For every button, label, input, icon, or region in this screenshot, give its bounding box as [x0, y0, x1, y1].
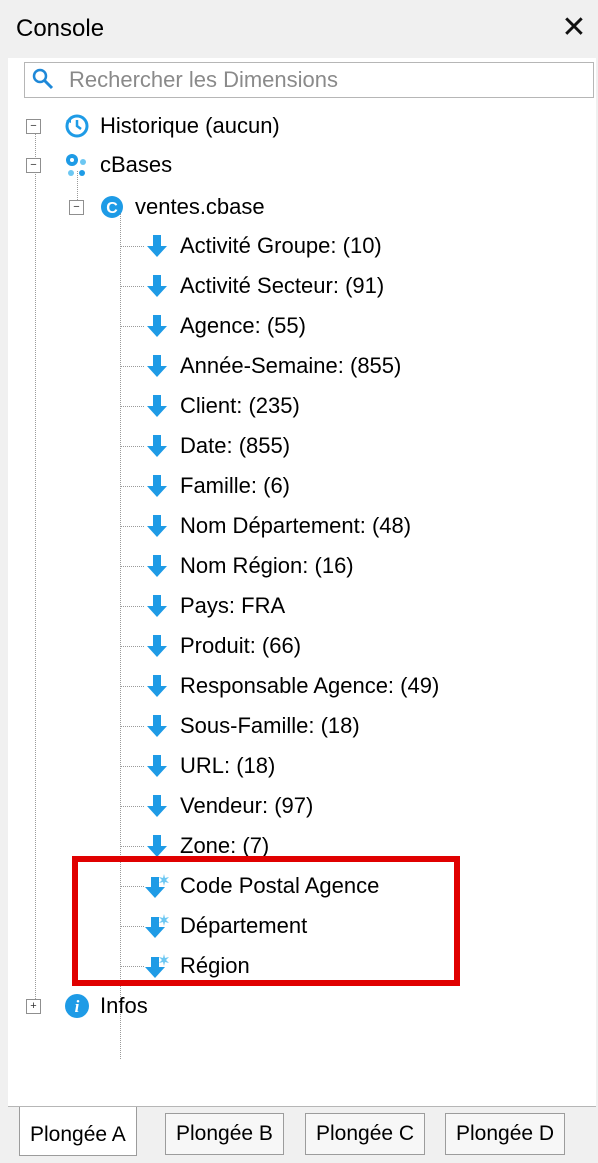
tree-label: Responsable Agence: (49) — [180, 673, 440, 698]
dimension-arrow-icon — [147, 795, 167, 817]
highlight-box — [72, 856, 460, 986]
search-input[interactable] — [67, 65, 581, 95]
dimension-arrow-icon — [147, 395, 167, 417]
tree-label: Pays: FRA — [180, 593, 286, 618]
tree-label: Infos — [100, 993, 148, 1018]
close-icon[interactable]: ✕ — [556, 8, 592, 48]
dimension-item[interactable]: Produit: (66) — [120, 629, 301, 663]
tree-label: Agence: (55) — [180, 313, 306, 338]
dimension-arrow-icon — [147, 635, 167, 657]
dimension-item[interactable]: URL: (18) — [120, 749, 275, 783]
svg-text:C: C — [106, 200, 118, 217]
dimension-item[interactable]: Famille: (6) — [120, 469, 290, 503]
tab-plongee-c[interactable]: Plongée C — [305, 1113, 426, 1155]
expand-toggle[interactable]: + — [26, 999, 41, 1014]
collapse-toggle[interactable]: − — [26, 119, 41, 134]
tab-plongee-d[interactable]: Plongée D — [445, 1113, 566, 1155]
tree-label: Nom Région: (16) — [180, 553, 354, 578]
dimension-arrow-icon — [147, 355, 167, 377]
tree-label: URL: (18) — [180, 753, 276, 778]
search-box[interactable] — [24, 62, 594, 98]
tree-node-cbases[interactable]: − cBases — [26, 148, 172, 182]
tree-label: Nom Département: (48) — [180, 513, 412, 538]
tree-label: cBases — [100, 152, 173, 177]
tree-label: Sous-Famille: (18) — [180, 713, 360, 738]
panel-title: Console — [16, 15, 105, 42]
dimension-arrow-icon — [147, 755, 167, 777]
dimension-item[interactable]: Responsable Agence: (49) — [120, 669, 439, 703]
dimension-item[interactable]: Date: (855) — [120, 429, 290, 463]
tab-plongee-a[interactable]: Plongée A — [19, 1107, 137, 1156]
dimension-arrow-icon — [147, 595, 167, 617]
dimension-arrow-icon — [147, 435, 167, 457]
dimension-item[interactable]: Vendeur: (97) — [120, 789, 313, 823]
tree-label: Historique (aucun) — [100, 113, 280, 138]
tree-label: Client: (235) — [180, 393, 300, 418]
tree-label: Produit: (66) — [180, 633, 302, 658]
collapse-toggle[interactable]: − — [69, 200, 84, 215]
tree-label: Date: (855) — [180, 433, 291, 458]
dimension-item[interactable]: Sous-Famille: (18) — [120, 709, 360, 743]
tree-label: Famille: (6) — [180, 473, 291, 498]
dimension-arrow-icon — [147, 475, 167, 497]
dimension-arrow-icon — [147, 675, 167, 697]
dimension-arrow-icon — [147, 555, 167, 577]
dimension-item[interactable]: Pays: FRA — [120, 589, 285, 623]
dimension-item[interactable]: Nom Département: (48) — [120, 509, 411, 543]
console-panel: Console ✕ − Historique (aucun) − — [8, 0, 596, 1160]
panel-titlebar: Console ✕ — [8, 0, 596, 58]
svg-text:i: i — [75, 997, 80, 1016]
tree-node-ventes[interactable]: − C ventes.cbase — [69, 190, 265, 224]
dimension-arrow-icon — [147, 275, 167, 297]
tab-bar: Plongée A Plongée B Plongée C Plongée D — [8, 1106, 596, 1161]
dimension-item[interactable]: Année-Semaine: (855) — [120, 349, 401, 383]
dimension-item[interactable]: Activité Groupe: (10) — [120, 229, 382, 263]
tree-label: Activité Secteur: (91) — [180, 273, 385, 298]
dimension-item[interactable]: Nom Région: (16) — [120, 549, 354, 583]
history-icon — [65, 114, 89, 138]
dimension-item[interactable]: Client: (235) — [120, 389, 300, 423]
dimension-arrow-icon — [147, 235, 167, 257]
tree-node-infos[interactable]: + i Infos — [26, 989, 148, 1023]
tree-node-history[interactable]: − Historique (aucun) — [26, 109, 280, 143]
dimension-item[interactable]: Activité Secteur: (91) — [120, 269, 384, 303]
tree-label: Activité Groupe: (10) — [180, 233, 382, 258]
info-icon: i — [65, 994, 89, 1018]
tree-label: ventes.cbase — [135, 194, 265, 219]
tree-label: Vendeur: (97) — [180, 793, 314, 818]
dimension-arrow-icon — [147, 315, 167, 337]
tree-label: Année-Semaine: (855) — [180, 353, 402, 378]
cbases-icon — [66, 154, 86, 176]
dimension-item[interactable]: Agence: (55) — [120, 309, 306, 343]
search-icon — [32, 68, 54, 90]
cbase-file-icon: C — [101, 196, 123, 218]
dimension-arrow-icon — [147, 515, 167, 537]
tab-plongee-b[interactable]: Plongée B — [165, 1113, 284, 1155]
dimension-arrow-icon — [147, 715, 167, 737]
collapse-toggle[interactable]: − — [26, 158, 41, 173]
